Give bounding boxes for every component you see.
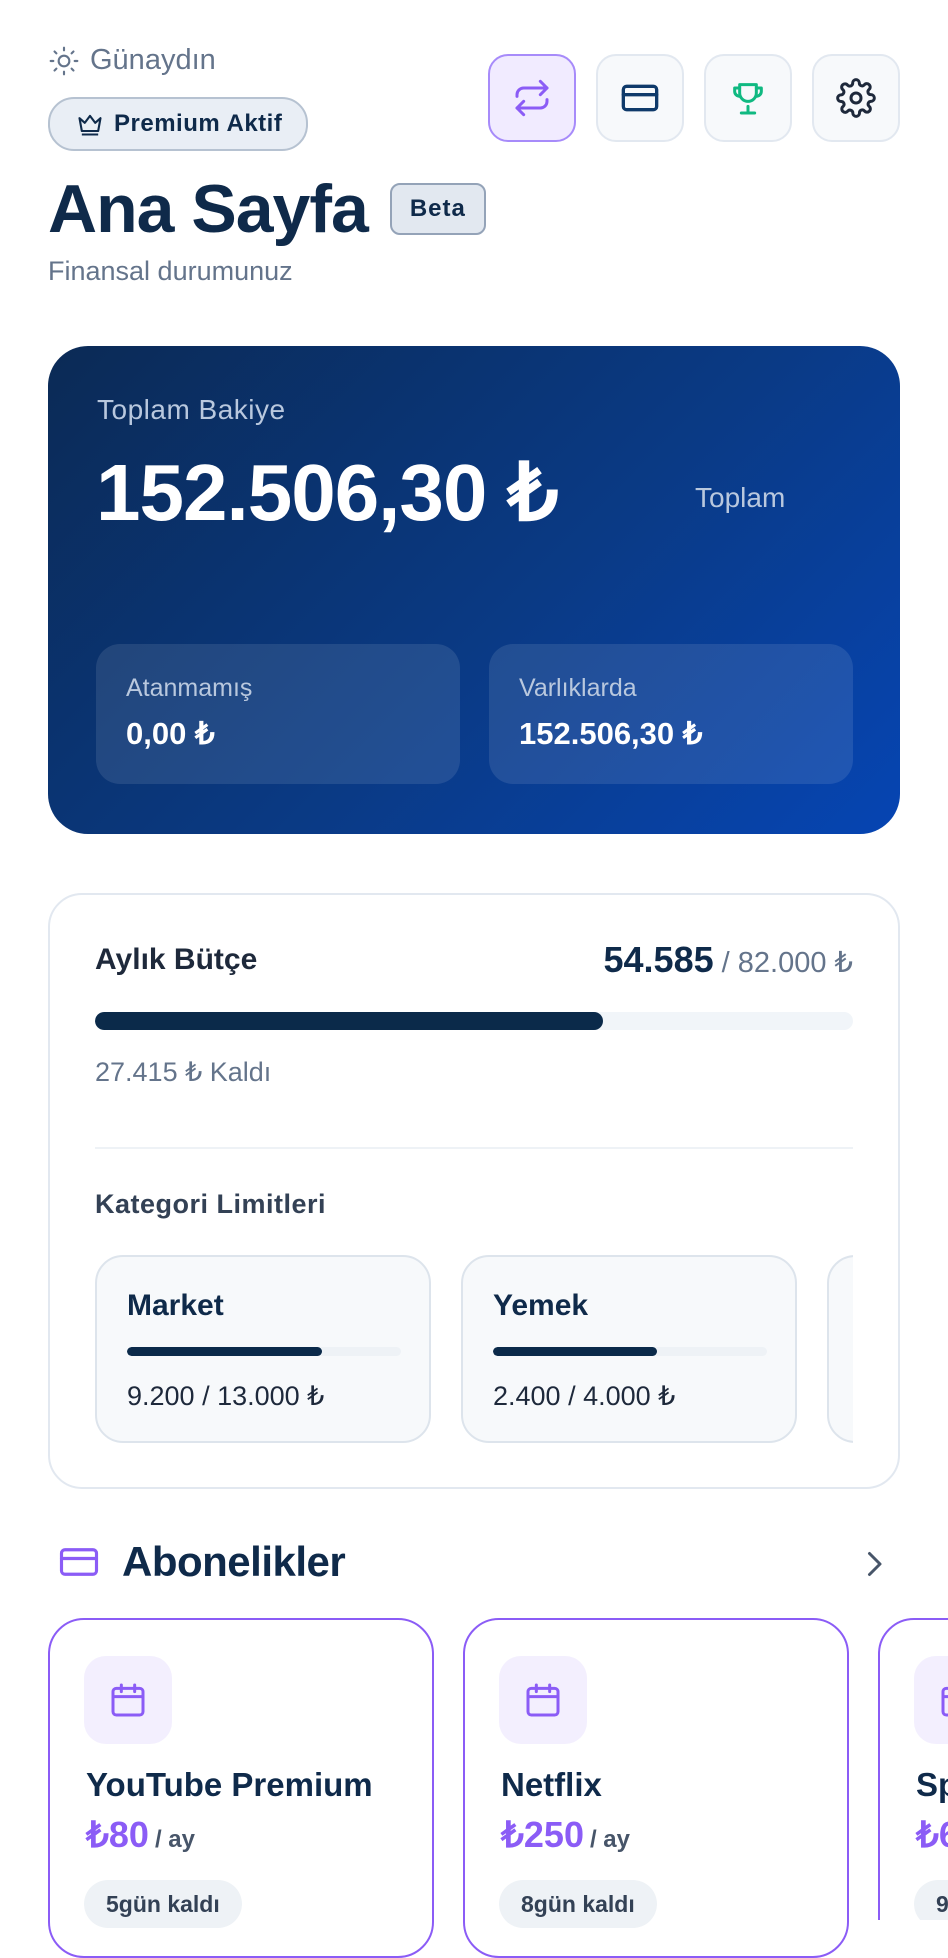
days-left-badge: 5gün kaldı [84,1880,242,1928]
achievements-button[interactable] [704,54,792,142]
budget-title: Aylık Bütçe [95,943,258,976]
category-progress-bar [127,1347,401,1356]
calendar-icon [111,1683,145,1717]
days-left-badge: 9 [914,1880,948,1920]
unassigned-box: Atanmamış 0,00 ₺ [96,644,460,784]
beta-badge: Beta [389,183,486,235]
chevron-right-icon[interactable] [856,1546,892,1582]
assets-box: Varlıklarda 152.506,30 ₺ [489,644,853,784]
price-period: / ay [589,1826,630,1853]
price-value: ₺250 [501,1814,584,1855]
credit-card-icon [59,1548,99,1576]
category-limits-title: Kategori Limitleri [95,1189,327,1219]
cards-button[interactable] [596,54,684,142]
category-progress-bar [493,1347,767,1356]
days-left-badge: 8gün kaldı [499,1880,657,1928]
category-amount: 9.200 / 13.000 ₺ [127,1381,325,1411]
transfer-icon [515,79,549,117]
subscription-card-clip: Sp ₺6 9 [878,1618,948,1920]
calendar-icon [941,1686,948,1717]
budget-spent: 54.585 [603,939,714,980]
subscription-icon-box [914,1656,948,1744]
credit-card-icon [621,84,659,112]
subscription-icon-box [499,1656,587,1744]
subscription-card-netflix[interactable]: Netflix ₺250/ ay 8gün kaldı [463,1618,849,1958]
subscriptions-header: Abonelikler [58,1538,346,1586]
calendar-icon [526,1683,560,1717]
page-subtitle: Finansal durumunuz [48,256,293,286]
crown-icon [78,114,102,136]
premium-label: Premium Aktif [114,110,283,137]
toolbar [488,54,900,142]
monthly-budget-card[interactable]: Aylık Bütçe 54.585 / 82.000 ₺ 27.415 ₺ K… [48,893,900,1489]
transfer-button[interactable] [488,54,576,142]
balance-amount: 152.506,30 ₺ [96,448,559,537]
price-value: ₺80 [86,1814,149,1855]
unassigned-value: 0,00 ₺ [126,716,215,751]
subscription-name: Netflix [501,1766,602,1803]
category-progress-fill [493,1347,658,1356]
page-title-row: Ana Sayfa Beta [48,170,486,248]
price-value: ₺6 [916,1814,948,1855]
greeting-text: Günaydın [90,44,216,76]
subscription-price: ₺250/ ay [501,1814,630,1856]
category-card-yemek[interactable]: Yemek 2.400 / 4.000 ₺ [461,1255,797,1443]
price-period: / ay [154,1826,195,1853]
unassigned-label: Atanmamış [126,674,253,702]
greeting: Günaydın [48,44,216,77]
category-name: Yemek [493,1289,589,1322]
gear-icon [836,78,876,118]
budget-remaining: 27.415 ₺ Kaldı [95,1057,272,1087]
balance-total-label: Toplam [695,482,786,513]
balance-card[interactable]: Toplam Bakiye 152.506,30 ₺ Toplam Atanma… [48,346,900,834]
subscription-name: Sp [916,1766,948,1803]
sun-icon [49,46,79,75]
settings-button[interactable] [812,54,900,142]
category-card-market[interactable]: Market 9.200 / 13.000 ₺ [95,1255,431,1443]
subscriptions-title: Abonelikler [122,1538,346,1585]
subscription-icon-box [84,1656,172,1744]
category-card-partial[interactable] [827,1255,853,1443]
subscription-price: ₺6 [916,1814,948,1856]
budget-amount: 54.585 / 82.000 ₺ [604,939,854,981]
budget-progress-fill [95,1012,603,1030]
divider [95,1147,853,1149]
budget-progress-bar [95,1012,853,1030]
budget-limit: / 82.000 ₺ [721,947,853,979]
page-title: Ana Sayfa [48,171,369,247]
category-limits-scroller[interactable]: Market 9.200 / 13.000 ₺ Yemek 2.400 / 4.… [95,1255,853,1447]
premium-badge[interactable]: Premium Aktif [48,97,309,151]
assets-label: Varlıklarda [519,674,637,702]
category-amount: 2.400 / 4.000 ₺ [493,1381,676,1411]
trophy-icon [733,83,763,115]
category-progress-fill [127,1347,322,1356]
subscription-card-partial[interactable]: Sp ₺6 9 [878,1618,948,1920]
category-name: Market [127,1289,224,1322]
balance-label: Toplam Bakiye [97,394,286,425]
subscription-price: ₺80/ ay [86,1814,195,1856]
assets-value: 152.506,30 ₺ [519,716,703,751]
subscription-name: YouTube Premium [86,1766,373,1803]
subscription-card-youtube[interactable]: YouTube Premium ₺80/ ay 5gün kaldı [48,1618,434,1958]
